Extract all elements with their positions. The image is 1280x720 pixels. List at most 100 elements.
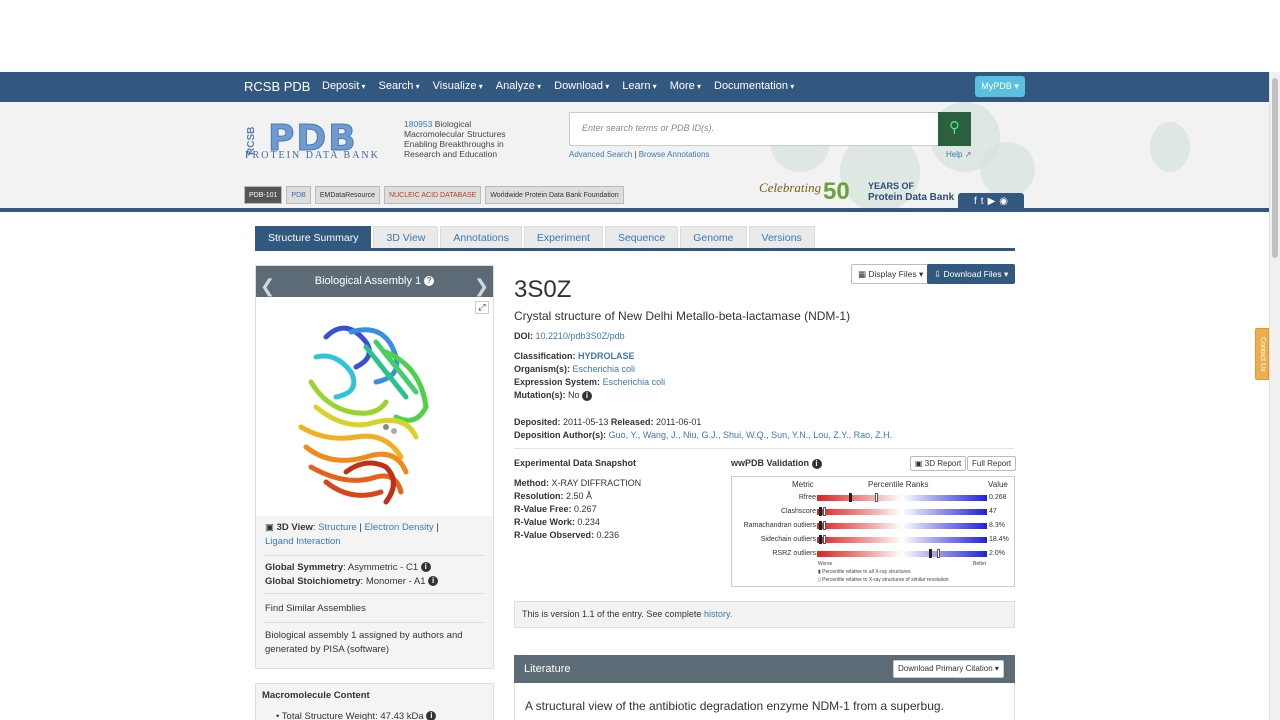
symmetry-value: Asymmetric - C1 [347, 562, 419, 573]
menu-deposit[interactable]: Deposit [322, 80, 366, 92]
advanced-search-link[interactable]: Advanced Search [569, 150, 632, 159]
scrollbar-thumb[interactable] [1272, 78, 1278, 258]
tab-annotations[interactable]: Annotations [440, 226, 522, 250]
better-label: Better [973, 561, 987, 567]
display-files-button[interactable]: ▦ Display Files ▾ [851, 264, 931, 284]
page-scrollbar[interactable] [1269, 72, 1280, 720]
percentile-bar [817, 523, 987, 529]
tab-sequence[interactable]: Sequence [604, 226, 679, 250]
authors-row: Deposition Author(s): Guo, Y., Wang, J.,… [514, 430, 892, 440]
snapshot-value: 0.234 [577, 517, 600, 527]
macromolecule-panel: Macromolecule Content • Total Structure … [255, 683, 494, 720]
organism-link[interactable]: Escherichia coli [573, 364, 636, 374]
authors-links[interactable]: Guo, Y., Wang, J., Niu, G.J., Shui, W.Q.… [609, 430, 892, 440]
validation-metric-label: Rfree [798, 494, 816, 501]
youtube-icon[interactable]: ▶ [988, 196, 996, 207]
search-icon: ⚲ [949, 119, 960, 136]
structure-image[interactable]: ⤢ [256, 297, 493, 516]
mypdb-button[interactable]: MyPDB ▾ [975, 76, 1025, 97]
value-header: Value [988, 480, 1008, 489]
tab-versions[interactable]: Versions [748, 226, 815, 250]
expression-row: Expression System: Escherichia coli [514, 377, 665, 387]
facebook-icon[interactable]: f [974, 196, 977, 207]
main-menu: Deposit Search Visualize Analyze Downloa… [322, 80, 807, 92]
legend-similar: ▯ Percentile relative to X-ray structure… [818, 577, 949, 583]
view-electron-density-link[interactable]: Electron Density [364, 522, 433, 533]
help-link[interactable]: Help ↗ [946, 150, 971, 159]
classification-link[interactable]: HYDROLASE [578, 351, 635, 361]
validation-title: wwPDB Validation i [731, 458, 822, 469]
logo-subtitle: PROTEIN DATA BANK [245, 150, 380, 161]
menu-learn[interactable]: Learn [622, 80, 656, 92]
expression-link[interactable]: Escherichia coli [603, 377, 666, 387]
assembly-title: Biological Assembly 1 [314, 275, 422, 287]
version-notice: This is version 1.1 of the entry. See co… [514, 601, 1015, 628]
partner-wwpdb-foundation[interactable]: Worldwide Protein Data Bank Foundation [485, 186, 624, 204]
tab-genome[interactable]: Genome [680, 226, 747, 250]
find-similar-assemblies-link[interactable]: Find Similar Assemblies [265, 602, 366, 616]
brand-link[interactable]: RCSB PDB [244, 79, 310, 94]
entry-tabs: Structure Summary 3D View Annotations Ex… [255, 226, 817, 250]
tab-experiment[interactable]: Experiment [523, 226, 603, 250]
divider [264, 555, 485, 556]
tab-3d-view[interactable]: 3D View [373, 226, 439, 250]
partner-ndb[interactable]: NUCLEIC ACID DATABASE [384, 186, 482, 204]
ligand-atom [383, 424, 389, 430]
expand-icon[interactable]: ⤢ [475, 301, 489, 314]
separator: | [634, 150, 637, 159]
released-label: Released: [610, 417, 654, 427]
twitter-icon[interactable]: t [981, 196, 984, 207]
menu-download[interactable]: Download [554, 80, 609, 92]
structure-count-link[interactable]: 180953 [404, 119, 432, 129]
help-icon[interactable]: i [811, 458, 822, 469]
download-citation-button[interactable]: Download Primary Citation ▾ [893, 660, 1004, 678]
fifty-years-badge[interactable]: 50 YEARS OF Protein Data Bank [823, 178, 955, 208]
doi-link[interactable]: 10.2210/pdb3S0Z/pdb [536, 331, 625, 341]
github-icon[interactable]: ◉ [999, 196, 1008, 207]
partner-pdb[interactable]: PDB [286, 186, 311, 204]
help-icon[interactable]: i [420, 562, 431, 573]
search-button[interactable]: ⚲ [938, 112, 971, 146]
tab-structure-summary[interactable]: Structure Summary [255, 226, 372, 250]
snapshot-label: R-Value Free: [514, 504, 572, 514]
view-ligand-interaction-link[interactable]: Ligand Interaction [265, 536, 341, 547]
partner-emdataresource[interactable]: EMDataResource [314, 186, 381, 204]
released-date: 2011-06-01 [655, 417, 702, 427]
help-icon[interactable]: i [426, 711, 437, 720]
total-weight: • Total Structure Weight: 47.43 kDa i [276, 711, 437, 720]
symmetry-info: Global Symmetry: Asymmetric - C1 i Globa… [265, 561, 439, 588]
partner-pdb101[interactable]: PDB-101 [244, 186, 283, 204]
history-link[interactable]: history. [704, 609, 732, 619]
full-report-button[interactable]: Full Report [967, 456, 1017, 471]
snapshot-row: Method: X-RAY DIFFRACTION [514, 478, 641, 488]
menu-analyze[interactable]: Analyze [496, 80, 541, 92]
contact-us-tab[interactable]: Contact Us [1255, 328, 1269, 380]
help-icon[interactable]: i [428, 575, 439, 586]
menu-visualize[interactable]: Visualize [433, 80, 483, 92]
menu-search[interactable]: Search [379, 80, 420, 92]
percentile-marker-similar [822, 521, 826, 530]
menu-more[interactable]: More [670, 80, 701, 92]
validation-metric-label: RSRZ outliers [772, 550, 816, 557]
menu-documentation[interactable]: Documentation [714, 80, 794, 92]
paper-title: A structural view of the antibiotic degr… [525, 699, 944, 713]
celebrating-text: Celebrating [759, 180, 822, 195]
years-line1: YEARS OF [868, 181, 915, 191]
validation-slider-graphic[interactable]: Metric Percentile Ranks Value Rfree 0.268… [731, 476, 1015, 587]
mutation-value: No [568, 390, 580, 400]
top-navbar: RCSB PDB Deposit Search Visualize Analyz… [0, 72, 1269, 102]
worse-label: Worse [818, 561, 833, 567]
search-input[interactable]: Enter search terms or PDB ID(s). [569, 112, 939, 146]
percentile-marker-similar [936, 549, 940, 558]
3d-report-button[interactable]: ▣ 3D Report [910, 456, 967, 471]
view-structure-link[interactable]: Structure [318, 522, 357, 533]
percentile-marker-all [929, 549, 933, 558]
weight-value: 47.43 kDa [380, 711, 424, 720]
help-icon[interactable]: i [582, 390, 593, 401]
browse-annotations-link[interactable]: Browse Annotations [639, 150, 710, 159]
view-links: ▣ 3D View: Structure | Electron Density … [265, 522, 439, 547]
download-files-button[interactable]: ⇩ Download Files ▾ [927, 264, 1016, 284]
percentile-marker-similar [822, 507, 826, 516]
percentile-marker-similar [822, 535, 826, 544]
help-icon[interactable]: ? [424, 276, 435, 287]
